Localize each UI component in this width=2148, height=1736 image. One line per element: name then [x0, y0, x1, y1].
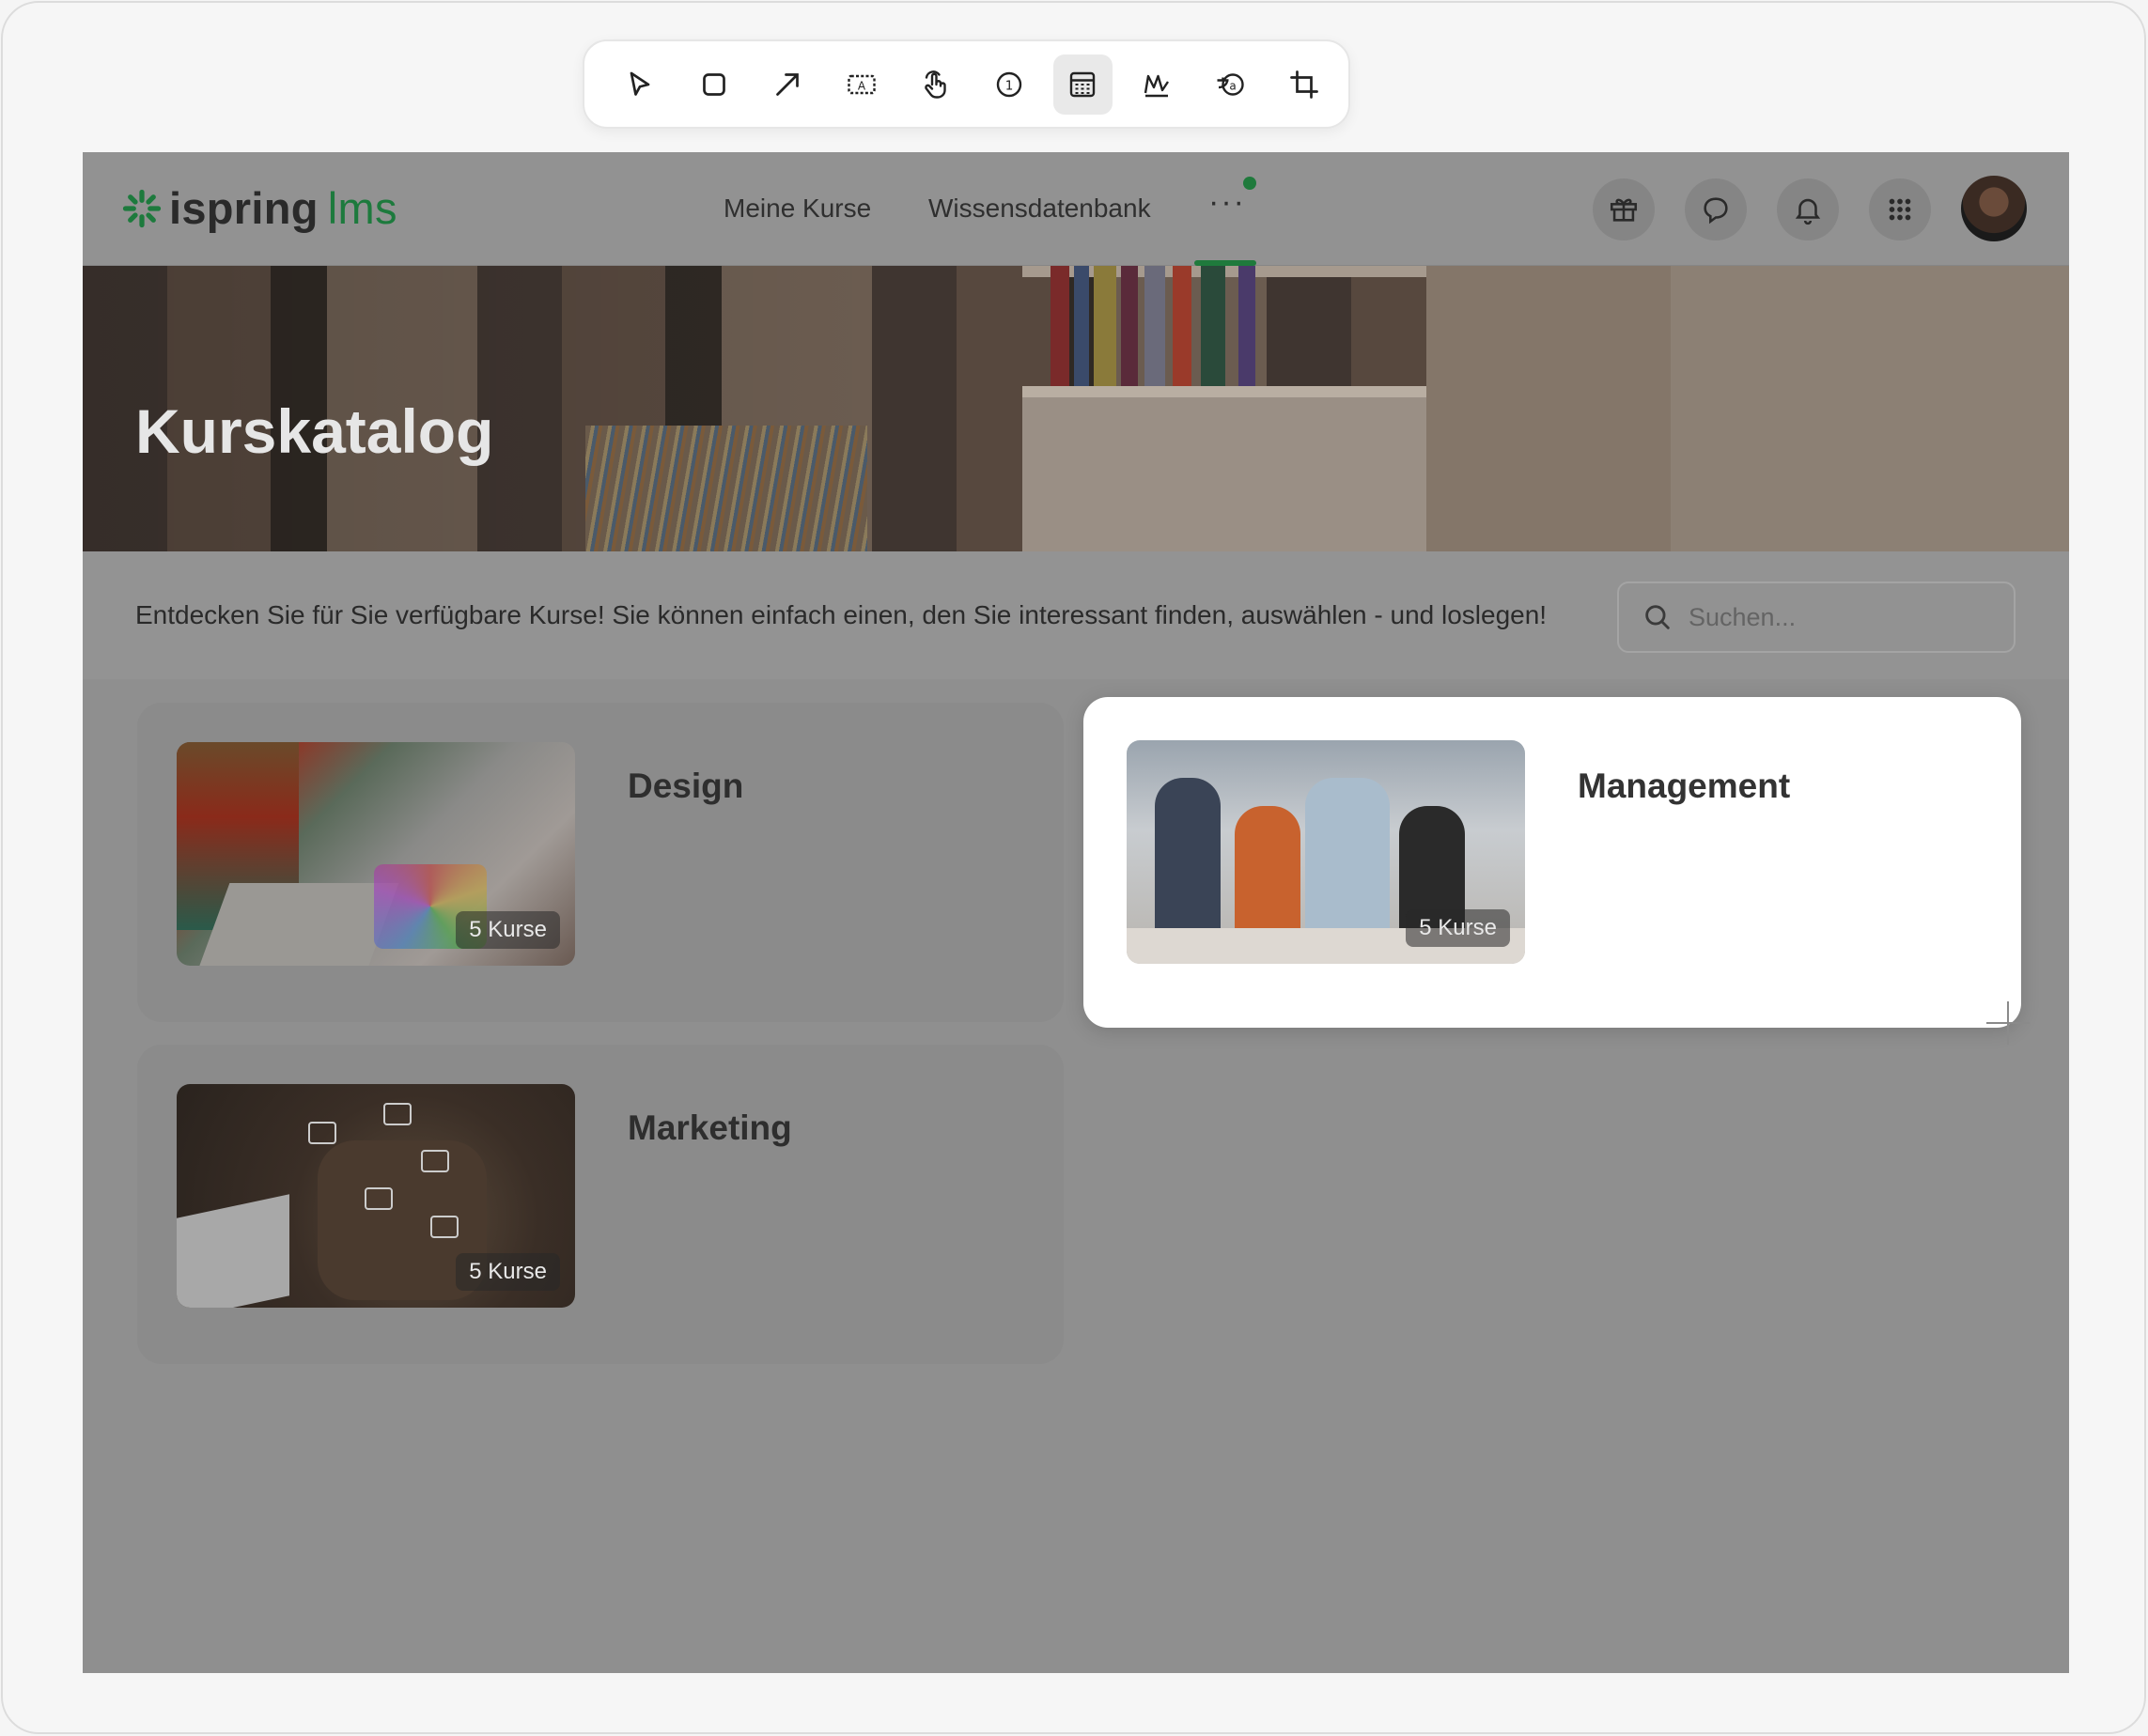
social-bubble-icon: [383, 1103, 412, 1125]
apps-grid-icon: [1889, 198, 1911, 221]
chat-icon: [1704, 197, 1728, 225]
svg-text:1: 1: [1004, 78, 1013, 93]
books-decoration: [585, 426, 867, 551]
click-tool-icon[interactable]: [906, 54, 965, 115]
category-title-management[interactable]: Management: [1578, 767, 1790, 806]
chat-button[interactable]: [1685, 178, 1747, 240]
category-thumbnail-design: 5 Kurse: [177, 742, 575, 966]
category-card-design[interactable]: 5 Kurse Design: [137, 703, 1064, 1022]
shelf-decoration: [1671, 266, 2069, 551]
book-decoration: [1121, 266, 1138, 386]
ispring-logo[interactable]: ispring lms: [122, 182, 397, 234]
category-thumbnail-management: 5 Kurse: [1127, 740, 1525, 964]
shelf-decoration: [1022, 397, 1426, 551]
logo-spark-icon: [122, 189, 162, 227]
app-screen: ispring lms Meine Kurse Wissensdatenbank…: [83, 152, 2069, 1673]
nav-knowledge-base[interactable]: Wissensdatenbank: [928, 194, 1151, 224]
book-decoration: [1173, 266, 1191, 386]
shelf-decoration: [1022, 386, 1426, 397]
annotation-toolbar: A 1 a: [583, 39, 1350, 129]
rectangle-tool-icon[interactable]: [685, 54, 744, 115]
numbered-step-tool-icon[interactable]: 1: [980, 54, 1039, 115]
notifications-button[interactable]: [1777, 178, 1839, 240]
user-avatar[interactable]: [1961, 176, 2027, 241]
gift-button[interactable]: [1593, 178, 1655, 240]
nav-my-courses[interactable]: Meine Kurse: [724, 194, 871, 224]
svg-text:A: A: [858, 79, 866, 92]
translate-tool-icon[interactable]: a: [1201, 54, 1260, 115]
logo-text-lms: lms: [327, 183, 397, 233]
intro-bar: Entdecken Sie für Sie verfügbare Kurse! …: [83, 551, 2069, 679]
category-thumbnail-marketing: 5 Kurse: [177, 1084, 575, 1308]
search-input[interactable]: [1689, 602, 1989, 632]
apps-button[interactable]: [1869, 178, 1931, 240]
crop-tool-icon[interactable]: [1275, 54, 1334, 115]
book-decoration: [1201, 266, 1225, 386]
book-decoration: [1074, 266, 1089, 386]
notification-dot: [1243, 177, 1256, 190]
search-icon: [1645, 605, 1670, 629]
pointer-tool-icon[interactable]: [611, 54, 670, 115]
highlight-tool-icon[interactable]: [1128, 54, 1187, 115]
gift-icon: [1610, 198, 1638, 222]
top-navbar: ispring lms Meine Kurse Wissensdatenbank…: [83, 152, 2069, 266]
logo-text-ispring: ispring: [169, 183, 319, 233]
category-title-design[interactable]: Design: [628, 767, 743, 806]
book-decoration: [1238, 266, 1255, 386]
crosshair-cursor-icon: [1986, 1001, 2030, 1045]
intro-text: Entdecken Sie für Sie verfügbare Kurse! …: [135, 600, 1548, 629]
arrow-tool-icon[interactable]: [758, 54, 817, 115]
text-box-tool-icon[interactable]: A: [833, 54, 892, 115]
book-decoration: [1051, 266, 1069, 386]
social-bubble-icon: [430, 1216, 459, 1238]
hero-banner: Kurskatalog: [83, 266, 2069, 551]
book-decoration: [1144, 266, 1165, 386]
book-decoration: [1094, 266, 1116, 386]
category-card-management[interactable]: 5 Kurse Management: [1083, 697, 2021, 1028]
course-count-badge: 5 Kurse: [456, 1253, 560, 1291]
blur-tool-icon[interactable]: [1053, 54, 1113, 115]
nav-more-button[interactable]: ···: [1208, 184, 1246, 221]
marketing-image-laptop: [177, 1194, 289, 1308]
search-field[interactable]: [1617, 581, 2016, 653]
course-count-badge: 5 Kurse: [1406, 909, 1510, 947]
bell-icon: [1795, 198, 1821, 225]
page-title: Kurskatalog: [135, 396, 494, 466]
category-title-marketing[interactable]: Marketing: [628, 1108, 792, 1148]
svg-text:a: a: [1230, 79, 1237, 92]
design-image-keyboard: [198, 883, 399, 966]
shelf-decoration: [1426, 266, 1671, 551]
social-bubble-icon: [365, 1187, 393, 1210]
social-bubble-icon: [421, 1150, 449, 1172]
social-bubble-icon: [308, 1122, 336, 1144]
course-count-badge: 5 Kurse: [456, 911, 560, 949]
category-card-marketing[interactable]: 5 Kurse Marketing: [137, 1045, 1064, 1364]
